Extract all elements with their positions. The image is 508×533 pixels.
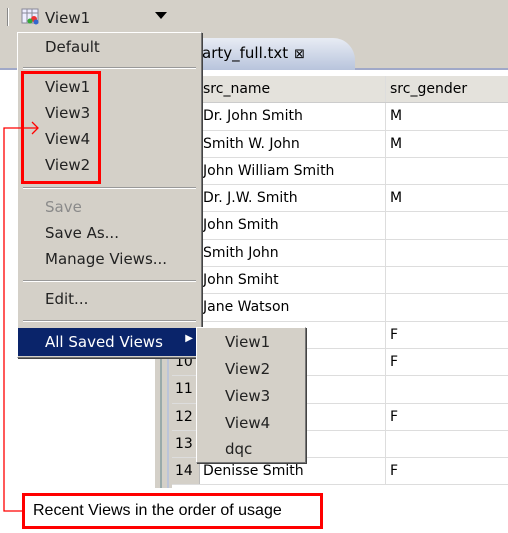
cell-src-name[interactable]: John Smiht: [200, 267, 386, 294]
menu-item-manage-views[interactable]: Manage Views...: [18, 247, 201, 273]
table-row[interactable]: John William Smith: [172, 157, 508, 186]
triangle-down-icon[interactable]: [155, 12, 167, 20]
submenu-arrow-icon: ▶: [185, 333, 193, 344]
all-saved-views-submenu: View1 View2 View3 View4 dqc: [196, 327, 306, 463]
menu-separator: [23, 280, 196, 282]
close-icon[interactable]: ⊠: [294, 47, 305, 62]
submenu-item-view[interactable]: View2: [197, 356, 305, 383]
cell-src-gender[interactable]: F: [386, 349, 508, 375]
table-row[interactable]: Jane Watson: [172, 294, 508, 322]
submenu-item-view[interactable]: View1: [197, 329, 305, 356]
menu-item-default[interactable]: Default: [18, 35, 201, 61]
cell-src-gender[interactable]: M: [386, 131, 508, 157]
cell-src-gender[interactable]: [386, 212, 508, 238]
cell-src-gender[interactable]: [386, 294, 508, 320]
current-view-label[interactable]: View1: [45, 9, 90, 27]
table-view-icon: [21, 8, 39, 25]
tab-label: arty_full.txt: [202, 44, 289, 62]
cell-src-name[interactable]: Smith John: [200, 239, 386, 267]
cell-src-name[interactable]: Dr. John Smith: [200, 103, 386, 130]
cell-src-name[interactable]: Dr. J.W. Smith: [200, 185, 386, 212]
toolbar-separator: [7, 8, 9, 26]
toolbar: View1: [0, 0, 508, 34]
header-src-name[interactable]: src_name: [200, 76, 386, 103]
table-row[interactable]: Smith W. John M: [172, 130, 508, 158]
submenu-item-view[interactable]: View3: [197, 383, 305, 410]
cell-src-gender[interactable]: F: [386, 322, 508, 348]
submenu-item-view[interactable]: View4: [197, 410, 305, 437]
menu-item-all-saved-views[interactable]: All Saved Views ▶: [18, 328, 201, 356]
cell-src-gender[interactable]: M: [386, 185, 508, 211]
menu-separator: [23, 320, 196, 322]
header-src-gender[interactable]: src_gender: [386, 76, 508, 102]
table-row[interactable]: Dr. John Smith M: [172, 103, 508, 131]
menu-separator: [23, 187, 196, 189]
cell-src-name[interactable]: Smith W. John: [200, 130, 386, 157]
table-row[interactable]: Smith John: [172, 239, 508, 268]
all-saved-views-label: All Saved Views: [45, 333, 163, 351]
table-header: src_name src_gender: [172, 76, 508, 104]
cell-src-gender[interactable]: [386, 267, 508, 293]
menu-item-edit[interactable]: Edit...: [18, 287, 201, 313]
recent-views-highlight: [21, 71, 101, 184]
cell-src-gender[interactable]: [386, 240, 508, 266]
cell-src-gender[interactable]: [386, 431, 508, 457]
cell-src-gender[interactable]: F: [386, 404, 508, 430]
cell-src-name[interactable]: John William Smith: [200, 157, 386, 185]
menu-item-save: Save: [45, 198, 82, 216]
cell-src-gender[interactable]: [386, 158, 508, 184]
submenu-item-view[interactable]: dqc: [197, 436, 305, 463]
table-row[interactable]: John Smith: [172, 212, 508, 240]
cell-src-name[interactable]: John Smith: [200, 212, 386, 239]
menu-separator: [23, 67, 196, 69]
cell-src-gender[interactable]: [386, 376, 508, 402]
cell-src-name[interactable]: Jane Watson: [200, 294, 386, 321]
table-row[interactable]: Dr. J.W. Smith M: [172, 185, 508, 213]
annotation-callout: Recent Views in the order of usage: [22, 493, 323, 529]
menu-item-save-as[interactable]: Save As...: [18, 221, 201, 247]
cell-src-gender[interactable]: F: [386, 458, 508, 484]
cell-src-gender[interactable]: M: [386, 103, 508, 129]
table-row[interactable]: John Smiht: [172, 267, 508, 295]
